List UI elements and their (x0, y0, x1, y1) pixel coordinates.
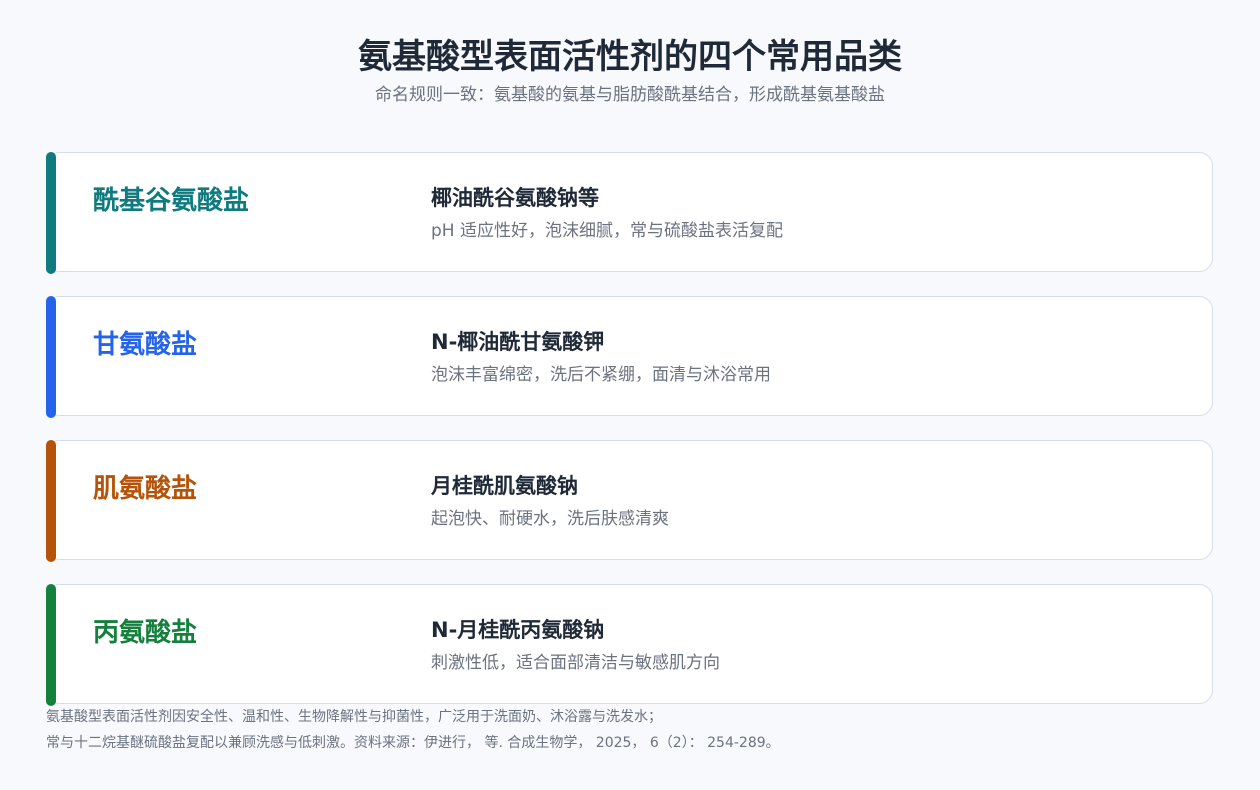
card-alaninate: 丙氨酸盐 N-月桂酰丙氨酸钠 刺激性低，适合面部清洁与敏感肌方向 (46, 584, 1213, 706)
card-example: N-月桂酰丙氨酸钠 (431, 618, 605, 642)
accent-bar (46, 152, 56, 274)
card-sarcosinate: 肌氨酸盐 月桂酰肌氨酸钠 起泡快、耐硬水，洗后肤感清爽 (46, 440, 1213, 562)
card-description: 泡沫丰富绵密，洗后不紧绷，面清与沐浴常用 (431, 365, 771, 385)
card-glutamate: 酰基谷氨酸盐 椰油酰谷氨酸钠等 pH 适应性好，泡沫细腻，常与硫酸盐表活复配 (46, 152, 1213, 274)
footer-note-line2: 常与十二烷基醚硫酸盐复配以兼顾洗感与低刺激。资料来源：伊进行， 等. 合成生物学… (46, 735, 780, 751)
card-category: 酰基谷氨酸盐 (93, 186, 250, 216)
card-example: 椰油酰谷氨酸钠等 (431, 186, 599, 210)
accent-bar (46, 584, 56, 706)
card-example: N-椰油酰甘氨酸钾 (431, 330, 605, 354)
card-glycinate: 甘氨酸盐 N-椰油酰甘氨酸钾 泡沫丰富绵密，洗后不紧绷，面清与沐浴常用 (46, 296, 1213, 418)
page-title: 氨基酸型表面活性剂的四个常用品类 (358, 37, 902, 77)
footer-note-line1: 氨基酸型表面活性剂因安全性、温和性、生物降解性与抑菌性，广泛用于洗面奶、沐浴露与… (46, 709, 662, 725)
card-category: 丙氨酸盐 (93, 618, 198, 648)
accent-bar (46, 296, 56, 418)
card-example: 月桂酰肌氨酸钠 (431, 474, 578, 498)
card-description: 刺激性低，适合面部清洁与敏感肌方向 (431, 653, 720, 673)
page-subtitle: 命名规则一致：氨基酸的氨基与脂肪酸酰基结合，形成酰基氨基酸盐 (375, 85, 885, 105)
card-category: 肌氨酸盐 (93, 474, 198, 504)
card-description: pH 适应性好，泡沫细腻，常与硫酸盐表活复配 (431, 221, 783, 241)
card-description: 起泡快、耐硬水，洗后肤感清爽 (431, 509, 669, 529)
page: 氨基酸型表面活性剂的四个常用品类 命名规则一致：氨基酸的氨基与脂肪酸酰基结合，形… (0, 0, 1260, 790)
accent-bar (46, 440, 56, 562)
card-category: 甘氨酸盐 (93, 330, 198, 360)
